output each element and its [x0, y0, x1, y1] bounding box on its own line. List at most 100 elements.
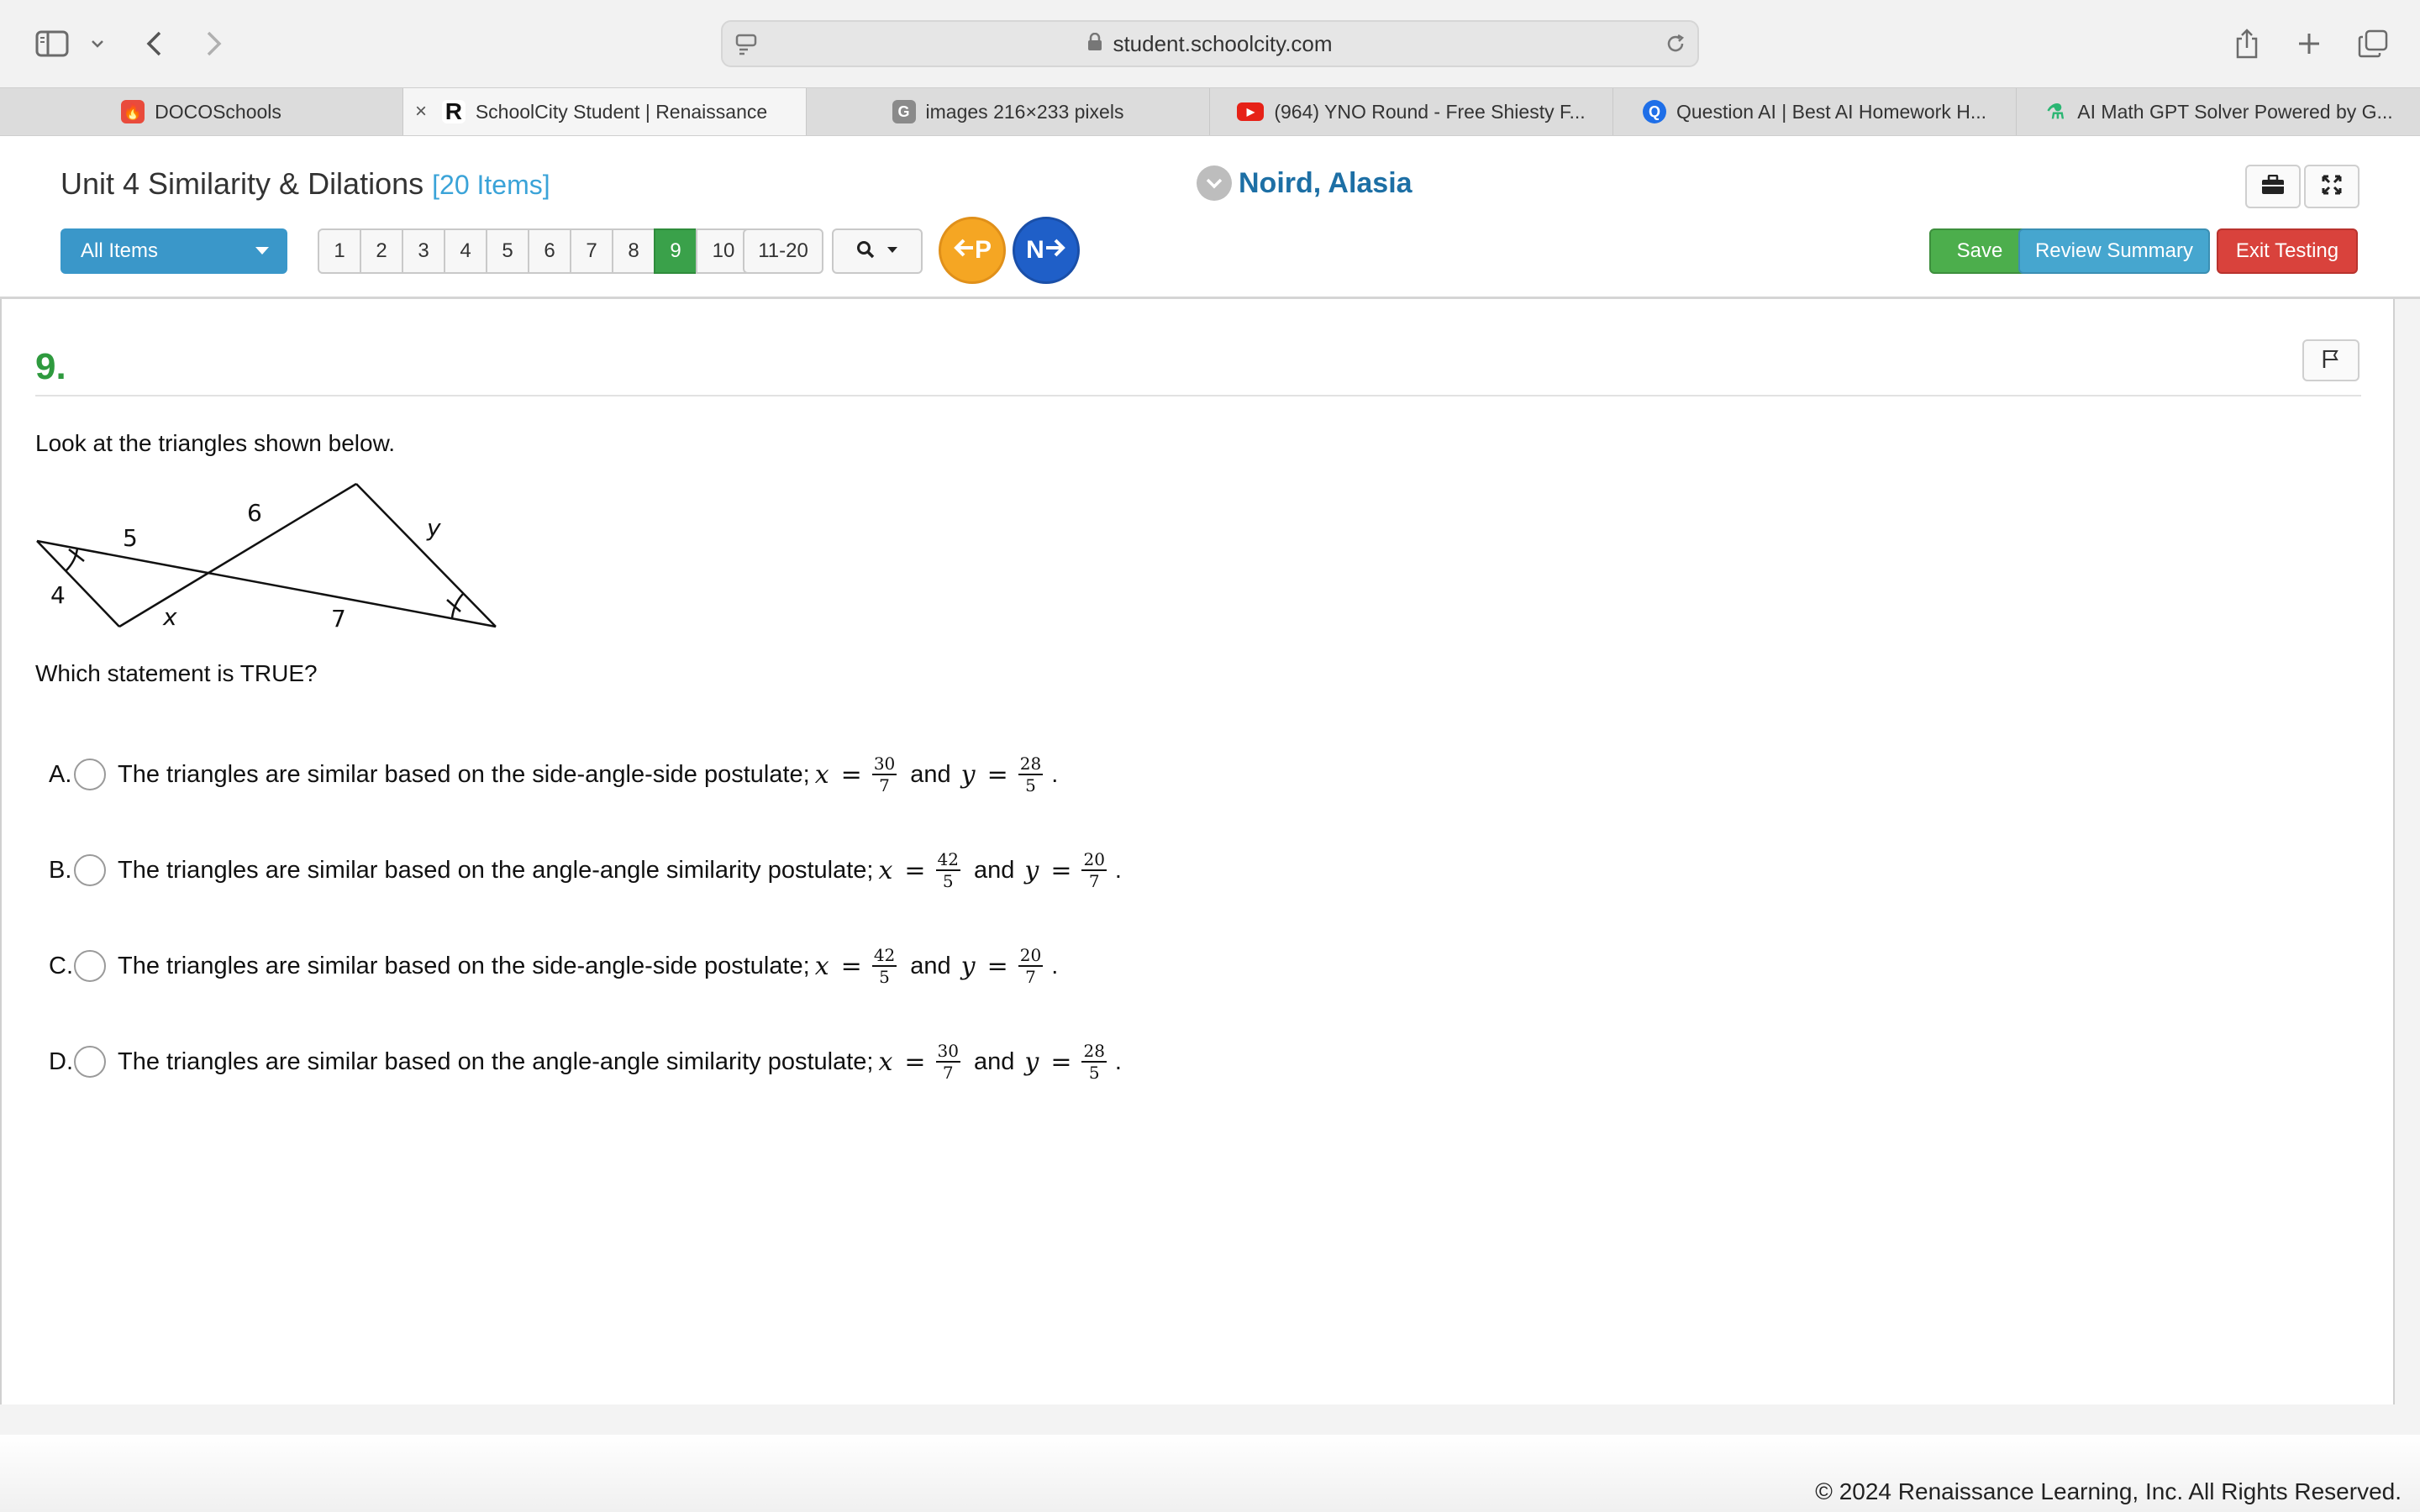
equals-sign: = — [986, 759, 1008, 790]
fire-icon: 🔥 — [121, 100, 145, 123]
fraction-y: 28 5 — [1018, 753, 1044, 795]
period: . — [1051, 952, 1059, 979]
chevron-down-icon[interactable] — [87, 24, 108, 64]
prev-label: P — [974, 236, 992, 264]
fraction-x: 42 5 — [935, 849, 960, 891]
lock-icon — [1087, 31, 1102, 57]
toolbox-button[interactable] — [2245, 165, 2301, 208]
tab-images[interactable]: G images 216×233 pixels — [807, 88, 1210, 135]
flag-question-button[interactable] — [2302, 339, 2360, 381]
tab-docoschools[interactable]: 🔥 DOCOSchools — [0, 88, 403, 135]
radio-button-c[interactable] — [74, 950, 106, 982]
close-icon[interactable]: × — [415, 100, 427, 123]
label-side-4: 4 — [50, 581, 66, 609]
chevron-down-icon — [1197, 165, 1232, 201]
and-word: and — [910, 952, 951, 979]
reload-icon[interactable] — [1664, 32, 1687, 60]
denominator: 5 — [1088, 1063, 1100, 1083]
item-filter-dropdown[interactable]: All Items — [60, 228, 287, 274]
sidebar-toggle-icon[interactable] — [30, 24, 74, 64]
student-menu[interactable]: Noird, Alasia — [1197, 163, 1413, 203]
var-y: y — [1024, 855, 1039, 885]
scrollbar[interactable] — [2395, 299, 2420, 1435]
tab-strip: 🔥 DOCOSchools × R SchoolCity Student | R… — [0, 87, 2420, 136]
equals-sign: = — [1050, 1047, 1072, 1077]
question-pager: 1 2 3 4 5 6 7 8 9 10 — [318, 228, 751, 274]
choice-text: The triangles are similar based on the s… — [118, 952, 810, 979]
equals-sign: = — [904, 1047, 926, 1077]
var-y: y — [960, 951, 976, 981]
numerator: 42 — [935, 849, 960, 871]
arrow-right-icon — [1044, 236, 1066, 265]
period: . — [1114, 1047, 1122, 1075]
choice-text: The triangles are similar based on the a… — [118, 856, 874, 884]
label-side-7: 7 — [331, 605, 346, 633]
page-button-1[interactable]: 1 — [318, 228, 361, 274]
fraction-y: 20 7 — [1081, 849, 1107, 891]
tab-overview-icon[interactable] — [2354, 24, 2391, 64]
page-button-2[interactable]: 2 — [360, 228, 403, 274]
expand-icon — [2322, 175, 2342, 199]
answer-choice-b[interactable]: B. The triangles are similar based on th… — [49, 843, 1122, 897]
page-button-8[interactable]: 8 — [612, 228, 655, 274]
flag-icon — [2321, 349, 2341, 373]
choice-letter: D. — [49, 1047, 73, 1075]
caret-down-icon — [255, 247, 269, 255]
triangle-figure: 5 6 4 x y 7 — [32, 477, 502, 641]
panel-bottom-bar — [0, 1404, 2395, 1435]
denominator: 5 — [1025, 775, 1036, 795]
page-button-9-active[interactable]: 9 — [654, 228, 697, 274]
denominator: 7 — [1025, 967, 1036, 987]
tab-title: DOCOSchools — [155, 100, 281, 123]
radio-button-a[interactable] — [74, 759, 106, 790]
equals-sign: = — [840, 759, 862, 790]
numerator: 42 — [871, 945, 897, 967]
page-button-7[interactable]: 7 — [570, 228, 613, 274]
answer-choice-d[interactable]: D. The triangles are similar based on th… — [49, 1035, 1122, 1089]
page-button-4[interactable]: 4 — [444, 228, 487, 274]
exit-testing-button[interactable]: Exit Testing — [2217, 228, 2358, 274]
browser-toolbar: student.schoolcity.com — [0, 0, 2420, 87]
page-button-5[interactable]: 5 — [486, 228, 529, 274]
denominator: 7 — [942, 1063, 954, 1083]
save-button[interactable]: Save — [1929, 228, 2030, 274]
tab-math-gpt[interactable]: ⚗ AI Math GPT Solver Powered by G... — [2017, 88, 2420, 135]
label-side-x: x — [162, 603, 177, 631]
tab-title: AI Math GPT Solver Powered by G... — [2077, 100, 2393, 123]
page-button-3[interactable]: 3 — [402, 228, 445, 274]
tab-youtube[interactable]: ▶ (964) YNO Round - Free Shiesty F... — [1210, 88, 1613, 135]
arrow-left-icon — [953, 236, 975, 265]
back-icon[interactable] — [138, 24, 171, 64]
fullscreen-button[interactable] — [2304, 165, 2360, 208]
equals-sign: = — [840, 951, 862, 981]
period: . — [1051, 760, 1059, 788]
answer-choice-a[interactable]: A. The triangles are similar based on th… — [49, 748, 1058, 801]
denominator: 5 — [879, 967, 890, 987]
forward-icon[interactable] — [197, 24, 230, 64]
question-divider — [35, 395, 2361, 396]
period: . — [1114, 856, 1122, 884]
address-bar[interactable]: student.schoolcity.com — [721, 20, 1699, 67]
copyright-text: © 2024 Renaissance Learning, Inc. All Ri… — [1815, 1478, 2402, 1504]
equals-sign: = — [986, 951, 1008, 981]
tab-question-ai[interactable]: Q Question AI | Best AI Homework H... — [1613, 88, 2017, 135]
youtube-icon: ▶ — [1237, 102, 1265, 121]
answer-choice-c[interactable]: C. The triangles are similar based on th… — [49, 939, 1058, 993]
choice-text: The triangles are similar based on the a… — [118, 1047, 874, 1075]
share-icon[interactable] — [2230, 24, 2264, 64]
new-tab-icon[interactable] — [2292, 24, 2326, 64]
page-button-6[interactable]: 6 — [528, 228, 571, 274]
var-x: x — [878, 855, 893, 885]
radio-button-b[interactable] — [74, 854, 106, 886]
choice-letter: C. — [49, 952, 73, 979]
radio-button-d[interactable] — [74, 1046, 106, 1078]
next-question-button[interactable]: N — [1013, 217, 1080, 284]
tab-schoolcity[interactable]: × R SchoolCity Student | Renaissance — [403, 88, 807, 135]
unit-title: Unit 4 Similarity & Dilations — [60, 166, 424, 201]
previous-question-button[interactable]: P — [939, 217, 1006, 284]
search-dropdown[interactable] — [832, 228, 923, 274]
numerator: 20 — [1081, 849, 1107, 871]
page-range-button[interactable]: 11-20 — [743, 228, 823, 274]
renaissance-icon: R — [441, 98, 466, 124]
review-summary-button[interactable]: Review Summary — [2018, 228, 2210, 274]
